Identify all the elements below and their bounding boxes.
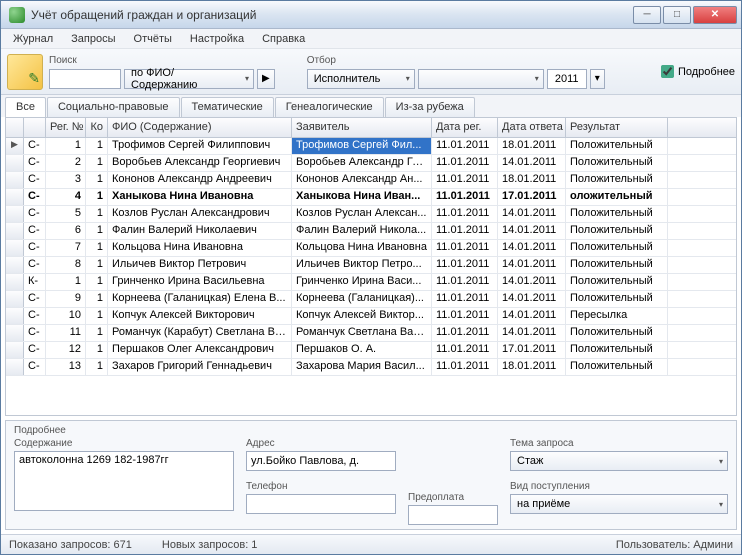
filter-by-dropdown[interactable]: Исполнитель <box>307 69 415 89</box>
grid-header: Рег. №КоФИО (Содержание)ЗаявительДата ре… <box>6 118 736 138</box>
details-panel: Подробнее Содержание автоколонна 1269 18… <box>5 420 737 530</box>
table-row[interactable]: C-81Ильичев Виктор ПетровичИльичев Викто… <box>6 257 736 274</box>
table-row[interactable]: C-111Романчук (Карабут) Светлана Ва...Ро… <box>6 325 736 342</box>
phone-field[interactable] <box>246 494 396 514</box>
data-grid[interactable]: Рег. №КоФИО (Содержание)ЗаявительДата ре… <box>5 117 737 416</box>
menu-Журнал[interactable]: Журнал <box>5 31 61 47</box>
table-row[interactable]: C-61Фалин Валерий НиколаевичФалин Валери… <box>6 223 736 240</box>
menu-Запросы[interactable]: Запросы <box>63 31 123 47</box>
details-title: Подробнее <box>14 425 728 436</box>
topic-label: Тема запроса <box>510 438 728 449</box>
table-row[interactable]: C-101Копчук Алексей ВикторовичКопчук Але… <box>6 308 736 325</box>
topic-dropdown[interactable]: Стаж <box>510 451 728 471</box>
details-toggle[interactable]: Подробнее <box>661 65 735 78</box>
tab-0[interactable]: Все <box>5 97 46 117</box>
col-header[interactable]: Дата ответа <box>498 118 566 137</box>
col-header[interactable]: Дата рег. <box>432 118 498 137</box>
search-go-button[interactable]: ▶ <box>257 69 275 89</box>
content-label: Содержание <box>14 438 234 449</box>
maximize-button[interactable]: □ <box>663 6 691 24</box>
col-header[interactable]: Рег. № <box>46 118 86 137</box>
table-row[interactable]: ▶C-11Трофимов Сергей ФилипповичТрофимов … <box>6 138 736 155</box>
filter-label: Отбор <box>307 55 605 66</box>
content-field[interactable]: автоколонна 1269 182-1987гг <box>14 451 234 511</box>
table-row[interactable]: C-121Першаков Олег АлександровичПершаков… <box>6 342 736 359</box>
table-row[interactable]: C-131Захаров Григорий ГеннадьевичЗахаров… <box>6 359 736 376</box>
menubar: ЖурналЗапросыОтчётыНастройкаСправка <box>1 29 741 49</box>
app-icon <box>9 7 25 23</box>
menu-Настройка[interactable]: Настройка <box>182 31 252 47</box>
tab-1[interactable]: Социально-правовые <box>47 97 180 117</box>
col-header[interactable]: ФИО (Содержание) <box>108 118 292 137</box>
table-row[interactable]: C-91Корнеева (Галаницкая) Елена В...Корн… <box>6 291 736 308</box>
table-row[interactable]: C-31Кононов Александр АндреевичКононов А… <box>6 172 736 189</box>
menu-Отчёты[interactable]: Отчёты <box>126 31 180 47</box>
titlebar[interactable]: Учёт обращений граждан и организаций ─ □… <box>1 1 741 29</box>
source-dropdown[interactable]: на приёме <box>510 494 728 514</box>
app-window: Учёт обращений граждан и организаций ─ □… <box>0 0 742 555</box>
tabbar: ВсеСоциально-правовыеТематическиеГенеало… <box>1 95 741 117</box>
search-input[interactable] <box>49 69 121 89</box>
source-label: Вид поступления <box>510 481 728 492</box>
prepay-field[interactable] <box>408 505 498 525</box>
status-new: Новых запросов: 1 <box>162 539 258 551</box>
status-user: Пользователь: Админи <box>616 539 733 551</box>
menu-Справка[interactable]: Справка <box>254 31 313 47</box>
year-input[interactable] <box>547 69 587 89</box>
tab-4[interactable]: Из-за рубежа <box>385 97 475 117</box>
new-record-icon[interactable] <box>7 54 43 90</box>
filter-value-dropdown[interactable] <box>418 69 544 89</box>
col-header[interactable]: Результат <box>566 118 668 137</box>
toolbar: Поиск по ФИО/Содержанию ▶ Отбор Исполнит… <box>1 49 741 95</box>
col-header[interactable]: Ко <box>86 118 108 137</box>
tab-3[interactable]: Генеалогические <box>275 97 384 117</box>
prepay-label: Предоплата <box>408 492 498 503</box>
address-field[interactable] <box>246 451 396 471</box>
statusbar: Показано запросов: 671 Новых запросов: 1… <box>1 534 741 554</box>
col-header[interactable] <box>24 118 46 137</box>
address-label: Адрес <box>246 438 396 449</box>
col-header[interactable]: Заявитель <box>292 118 432 137</box>
close-button[interactable]: ✕ <box>693 6 737 24</box>
table-row[interactable]: К-11Гринченко Ирина ВасильевнаГринченко … <box>6 274 736 291</box>
table-row[interactable]: C-71Кольцова Нина ИвановнаКольцова Нина … <box>6 240 736 257</box>
search-by-dropdown[interactable]: по ФИО/Содержанию <box>124 69 254 89</box>
table-row[interactable]: C-21Воробьев Александр ГеоргиевичВоробье… <box>6 155 736 172</box>
search-label: Поиск <box>49 55 275 66</box>
col-header[interactable] <box>6 118 24 137</box>
details-checkbox[interactable] <box>661 65 674 78</box>
window-title: Учёт обращений граждан и организаций <box>31 8 633 22</box>
table-row[interactable]: C-51Козлов Руслан АлександровичКозлов Ру… <box>6 206 736 223</box>
table-row[interactable]: C-41Ханыкова Нина ИвановнаХаныкова Нина … <box>6 189 736 206</box>
phone-label: Телефон <box>246 481 396 492</box>
year-step-button[interactable]: ▾ <box>590 69 605 89</box>
minimize-button[interactable]: ─ <box>633 6 661 24</box>
status-shown: Показано запросов: 671 <box>9 539 132 551</box>
tab-2[interactable]: Тематические <box>181 97 274 117</box>
grid-body[interactable]: ▶C-11Трофимов Сергей ФилипповичТрофимов … <box>6 138 736 415</box>
